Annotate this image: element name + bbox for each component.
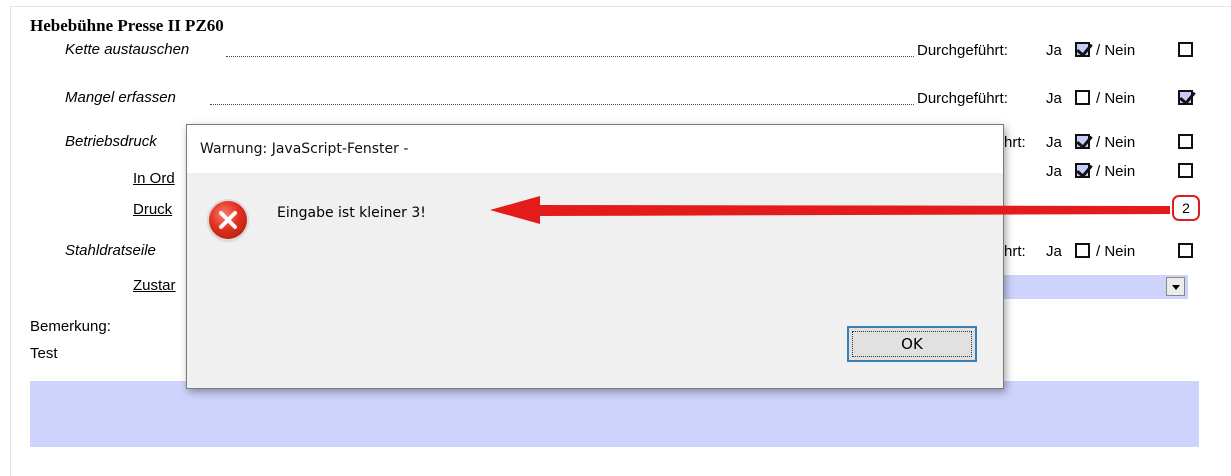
ok-button[interactable]: OK — [847, 326, 977, 362]
task-kette-label: Kette austauschen — [65, 41, 190, 58]
nein-label: / Nein — [1096, 163, 1136, 180]
sub-in-ordnung-label: In Ord — [133, 170, 175, 187]
remark-value: Test — [30, 345, 58, 362]
dotted-line — [210, 104, 914, 105]
ja-label: Ja — [1046, 243, 1062, 260]
task-betriebsdruck-label: Betriebsdruck — [65, 133, 157, 150]
task-mangel-status-label: Durchgeführt: — [917, 90, 1008, 107]
remark-label: Bemerkung: — [30, 318, 111, 335]
ja-label: Ja — [1046, 163, 1062, 180]
betrieb-nein-checkbox[interactable] — [1178, 134, 1193, 149]
dialog-titlebar[interactable]: Warnung: JavaScript-Fenster - — [187, 125, 1003, 173]
sub-zustand-label: Zustar — [133, 277, 176, 294]
ja-label: Ja — [1046, 42, 1062, 59]
remark-field[interactable] — [30, 381, 1199, 447]
error-icon — [209, 201, 247, 239]
ja-label: Ja — [1046, 90, 1062, 107]
dialog-title: Warnung: JavaScript-Fenster - — [200, 141, 409, 157]
task-stahldratseile-status-label: hrt: — [1004, 243, 1026, 260]
mangel-ja-checkbox[interactable] — [1075, 90, 1090, 105]
arrow-shape — [490, 196, 1170, 224]
dialog-message: Eingabe ist kleiner 3! — [277, 205, 426, 221]
nein-label: / Nein — [1096, 134, 1136, 151]
kette-nein-checkbox[interactable] — [1178, 42, 1193, 57]
kette-ja-checkbox[interactable] — [1075, 42, 1090, 57]
nein-label: / Nein — [1096, 42, 1136, 59]
form-title: Hebebühne Presse II PZ60 — [30, 16, 224, 35]
inord-ja-checkbox[interactable] — [1075, 163, 1090, 178]
betrieb-ja-checkbox[interactable] — [1075, 134, 1090, 149]
zustand-dropdown[interactable] — [1004, 275, 1188, 299]
ja-label: Ja — [1046, 134, 1062, 151]
ok-button-label: OK — [901, 335, 923, 353]
dotted-line — [226, 56, 914, 57]
sub-druck-label: Druck — [133, 201, 173, 218]
annotation-arrow — [490, 196, 1170, 224]
nein-label: / Nein — [1096, 90, 1136, 107]
task-kette-status-label: Durchgeführt: — [917, 42, 1008, 59]
mangel-nein-checkbox[interactable] — [1178, 90, 1193, 105]
warning-dialog: Warnung: JavaScript-Fenster - Eingabe is… — [186, 124, 1004, 389]
task-betriebsdruck-status-label: hrt: — [1004, 134, 1026, 151]
inord-nein-checkbox[interactable] — [1178, 163, 1193, 178]
task-stahldratseile-label: Stahldratseile — [65, 242, 156, 259]
stahl-nein-checkbox[interactable] — [1178, 243, 1193, 258]
task-mangel-label: Mangel erfassen — [65, 89, 176, 106]
nein-label: / Nein — [1096, 243, 1136, 260]
chevron-down-icon[interactable] — [1166, 277, 1185, 296]
stahl-ja-checkbox[interactable] — [1075, 243, 1090, 258]
